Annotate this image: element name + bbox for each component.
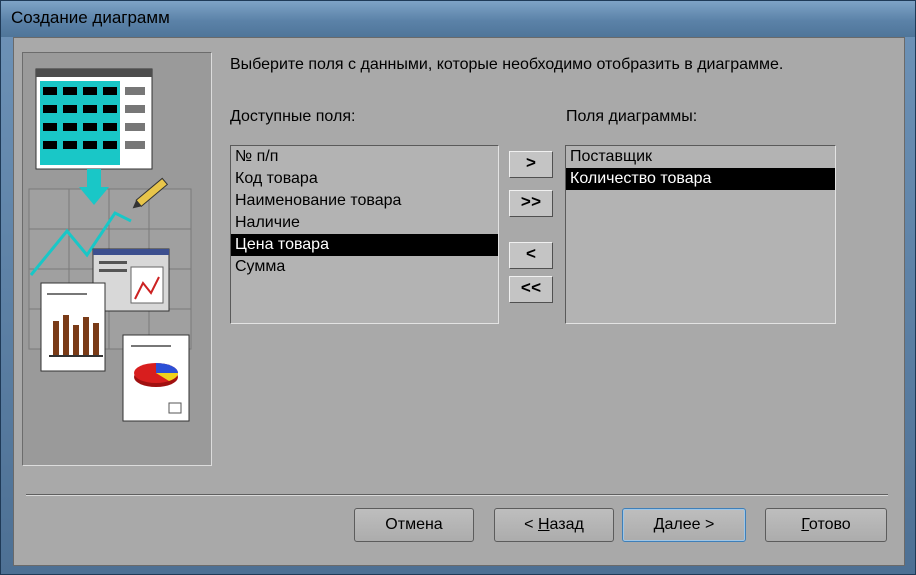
list-item[interactable]: Код товара (231, 168, 498, 190)
wizard-illustration (22, 52, 212, 466)
remove-field-button[interactable]: < (509, 242, 553, 269)
footer-separator (26, 494, 888, 496)
next-button[interactable]: Далее > (622, 508, 746, 542)
chart-wizard-window: Создание диаграмм Выберите поля с данным… (0, 0, 916, 575)
instruction-text: Выберите поля с данными, которые необход… (230, 56, 784, 73)
next-button-mnemonic: Д (653, 516, 665, 533)
list-item-selected[interactable]: Количество товара (566, 168, 835, 190)
chart-wizard-illustration-icon (28, 68, 192, 422)
add-field-button[interactable]: > (509, 151, 553, 178)
remove-all-fields-button[interactable]: << (509, 276, 553, 303)
back-button-label: азад (549, 516, 584, 533)
list-item[interactable]: Наименование товара (231, 190, 498, 212)
cancel-button[interactable]: Отмена (354, 508, 474, 542)
add-all-fields-button[interactable]: >> (509, 190, 553, 217)
list-item[interactable]: Поставщик (566, 146, 835, 168)
available-fields-listbox[interactable]: № п/п Код товара Наименование товара Нал… (230, 145, 499, 324)
available-fields-label: Доступные поля: (230, 108, 356, 125)
chart-fields-label: Поля диаграммы: (566, 108, 698, 125)
list-item[interactable]: Наличие (231, 212, 498, 234)
list-item[interactable]: Сумма (231, 256, 498, 278)
list-item[interactable]: № п/п (231, 146, 498, 168)
back-button-prefix: < (524, 516, 538, 533)
finish-button[interactable]: Готово (765, 508, 887, 542)
finish-button-mnemonic: Г (801, 516, 809, 533)
chart-fields-listbox[interactable]: Поставщик Количество товара (565, 145, 836, 324)
dialog-client-area: Выберите поля с данными, которые необход… (13, 37, 905, 566)
back-button-mnemonic: Н (537, 516, 550, 533)
window-title: Создание диаграмм (11, 8, 170, 27)
cancel-button-label: Отмена (385, 516, 443, 533)
back-button[interactable]: < Назад (494, 508, 614, 542)
title-bar[interactable]: Создание диаграмм (1, 1, 915, 37)
next-button-label: алее > (664, 516, 715, 533)
finish-button-label: отово (808, 516, 851, 533)
list-item-selected[interactable]: Цена товара (231, 234, 498, 256)
